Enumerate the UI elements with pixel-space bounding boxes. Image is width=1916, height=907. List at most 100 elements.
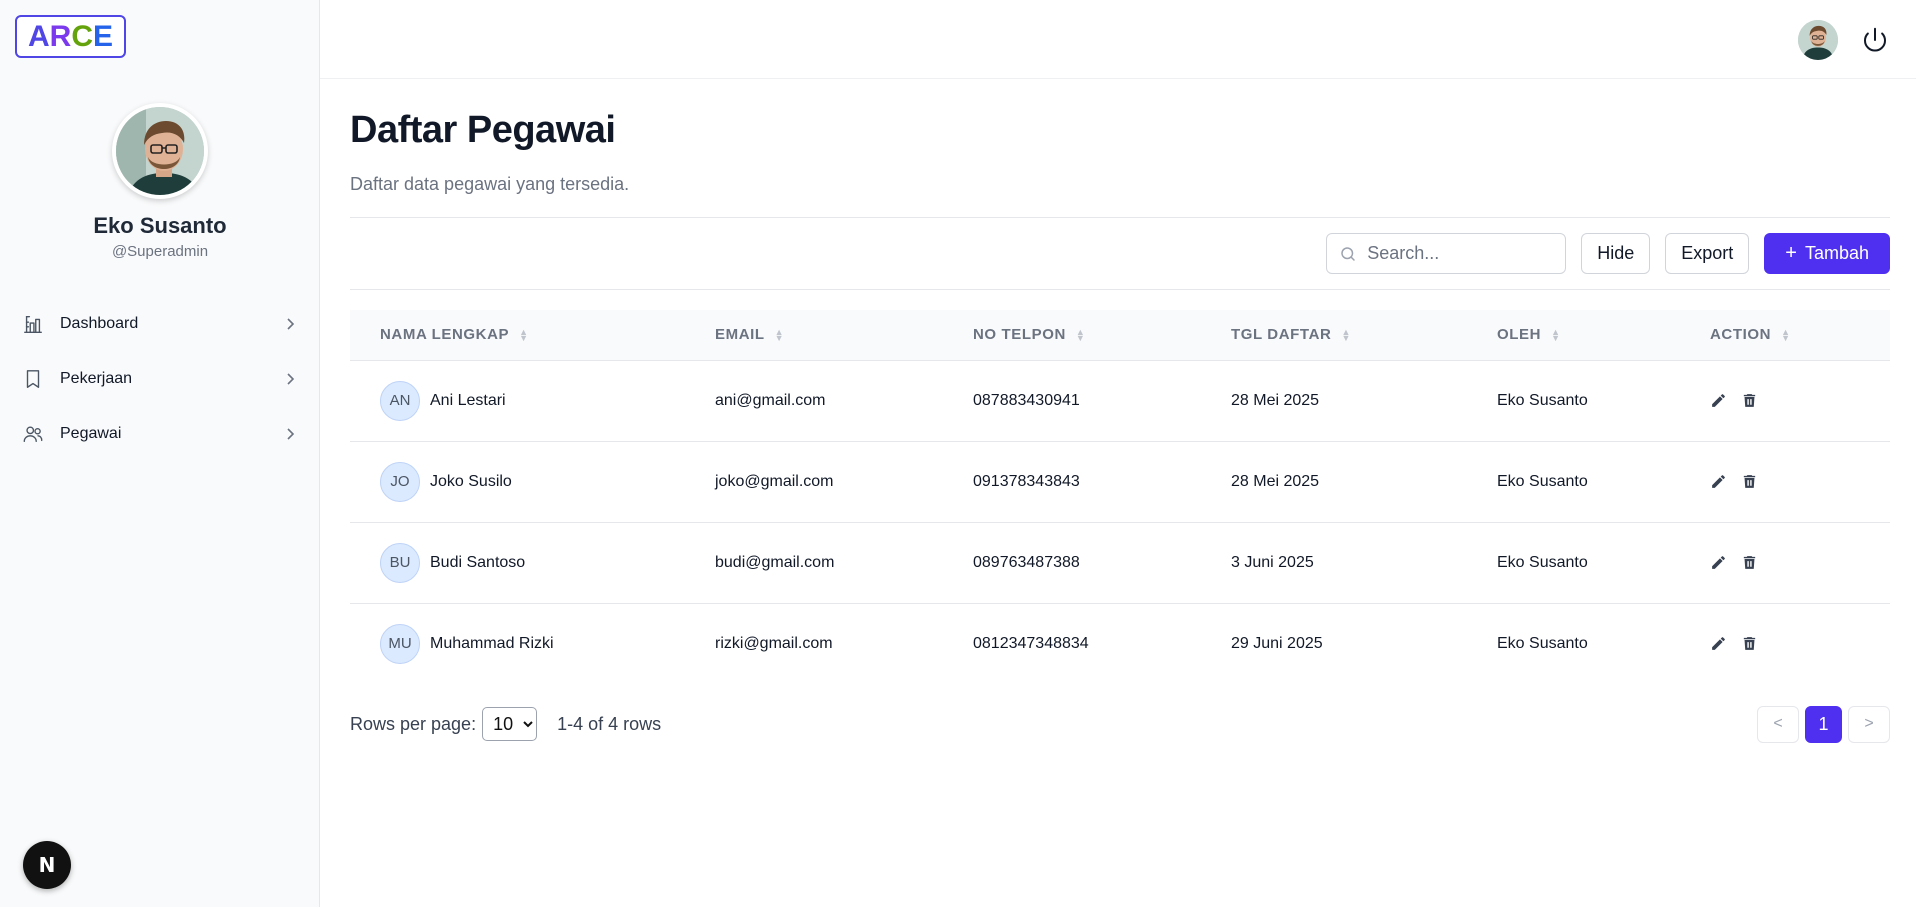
logo-letter-r: R xyxy=(49,19,72,53)
employee-created-by: Eko Susanto xyxy=(1467,441,1680,523)
table-row: MU Muhammad Rizki rizki@gmail.com 0812347… xyxy=(350,603,1890,684)
employee-created-by: Eko Susanto xyxy=(1467,522,1680,604)
sort-icon: ▲ ▼ xyxy=(1341,327,1351,344)
column-label: ACTION xyxy=(1710,326,1772,344)
employee-phone: 091378343843 xyxy=(943,441,1201,523)
chevron-right-icon xyxy=(287,427,295,440)
employee-date: 28 Mei 2025 xyxy=(1201,441,1467,523)
employee-name: Joko Susilo xyxy=(430,472,512,490)
employee-email: joko@gmail.com xyxy=(685,441,943,523)
rows-per-page-select[interactable]: 10 xyxy=(482,707,538,741)
avatar xyxy=(112,103,208,199)
badge-letter: N xyxy=(38,853,56,877)
edit-icon[interactable] xyxy=(1710,554,1727,571)
logo-letter-c: C xyxy=(71,19,94,53)
bookmark-icon xyxy=(22,368,44,390)
table-row: AN Ani Lestari ani@gmail.com 087883430941… xyxy=(350,360,1890,442)
users-icon xyxy=(22,423,44,445)
table-toolbar: Hide Export + Tambah xyxy=(350,218,1890,290)
logo-letter-e: E xyxy=(93,19,114,53)
sidebar-item-label: Pekerjaan xyxy=(60,369,133,387)
column-header-by[interactable]: OLEH ▲ ▼ xyxy=(1467,310,1680,361)
sort-icon: ▲ ▼ xyxy=(1075,327,1086,344)
column-header-phone[interactable]: NO TELPON ▲ ▼ xyxy=(943,310,1201,361)
next-page-button[interactable]: > xyxy=(1848,705,1890,743)
column-header-action[interactable]: ACTION ▲ ▼ xyxy=(1680,310,1890,361)
trash-icon[interactable] xyxy=(1741,635,1758,652)
initials-avatar: MU xyxy=(380,623,420,664)
sidebar-nav: Dashboard Pekerjaan Pegawai xyxy=(0,296,320,461)
logo-letter-a: A xyxy=(28,19,50,53)
chevron-right-icon xyxy=(287,317,295,330)
employee-created-by: Eko Susanto xyxy=(1497,634,1588,652)
employee-email: budi@gmail.com xyxy=(685,522,943,604)
chart-bar-icon xyxy=(22,313,44,335)
prev-page-button[interactable]: < xyxy=(1757,705,1799,743)
power-icon[interactable] xyxy=(1860,25,1890,55)
sidebar: A R C E Eko Susanto @Superadmin Dashboar… xyxy=(0,0,320,907)
hide-button[interactable]: Hide xyxy=(1581,233,1651,274)
sort-icon: ▲ ▼ xyxy=(519,327,529,344)
column-label: EMAIL xyxy=(715,326,765,344)
employee-phone: 0812347348834 xyxy=(973,634,1089,652)
employee-phone: 087883430941 xyxy=(943,360,1201,442)
page-title: Daftar Pegawai xyxy=(350,109,616,151)
employee-email: rizki@gmail.com xyxy=(715,634,833,652)
arce-logo[interactable]: A R C E xyxy=(15,15,127,58)
trash-icon[interactable] xyxy=(1741,473,1758,490)
employee-date: 3 Juni 2025 xyxy=(1201,522,1467,604)
search-input[interactable] xyxy=(1367,243,1548,264)
column-label: NO TELPON xyxy=(973,326,1066,344)
chevron-right-icon xyxy=(287,372,295,385)
search-box[interactable] xyxy=(1326,233,1567,274)
sidebar-item-dashboard[interactable]: Dashboard xyxy=(0,296,320,351)
rows-range: 1-4 of 4 rows xyxy=(557,713,662,734)
employee-date: 29 Juni 2025 xyxy=(1231,634,1323,652)
plus-icon: + xyxy=(1785,242,1797,264)
initials-avatar: JO xyxy=(380,461,420,502)
add-button-label: Tambah xyxy=(1804,243,1869,263)
add-button[interactable]: + Tambah xyxy=(1764,233,1890,274)
employee-name: Ani Lestari xyxy=(430,391,506,409)
page-content: Daftar Pegawai Daftar data pegawai yang … xyxy=(350,79,1890,744)
table-row: JO Joko Susilo joko@gmail.com 09137834384… xyxy=(350,441,1890,523)
pagination: < 1 > xyxy=(1757,705,1890,743)
sidebar-item-label: Dashboard xyxy=(60,314,139,332)
rows-per-page-label: Rows per page: xyxy=(350,713,477,734)
employee-email: ani@gmail.com xyxy=(685,360,943,442)
employee-created-by: Eko Susanto xyxy=(1467,360,1680,442)
trash-icon[interactable] xyxy=(1741,554,1758,571)
profile-handle: @Superadmin xyxy=(111,243,209,260)
sort-icon: ▲ ▼ xyxy=(774,327,785,344)
column-label: NAMA LENGKAP xyxy=(380,326,510,344)
edit-icon[interactable] xyxy=(1710,392,1727,409)
sidebar-item-label: Pegawai xyxy=(60,424,122,442)
employee-name: Budi Santoso xyxy=(430,553,526,571)
employee-phone: 089763487388 xyxy=(943,522,1201,604)
page-subtitle: Daftar data pegawai yang tersedia. xyxy=(350,174,630,194)
export-button[interactable]: Export xyxy=(1665,233,1750,274)
profile-card: Eko Susanto @Superadmin xyxy=(0,103,320,260)
topbar xyxy=(320,0,1916,79)
search-icon xyxy=(1341,246,1355,261)
column-label: TGL DAFTAR xyxy=(1231,326,1332,344)
page-button-current[interactable]: 1 xyxy=(1805,705,1842,743)
column-header-name[interactable]: NAMA LENGKAP ▲ ▼ xyxy=(350,310,685,361)
employee-table: NAMA LENGKAP ▲ ▼ EMAIL ▲ ▼ NO TELPON ▲ ▼ TGL D… xyxy=(350,310,1890,684)
next-dev-badge[interactable]: N xyxy=(23,841,71,889)
table-footer: Rows per page: 10 1-4 of 4 rows < 1 > xyxy=(350,704,1890,744)
column-label: OLEH xyxy=(1497,326,1542,344)
employee-name: Muhammad Rizki xyxy=(430,634,554,652)
edit-icon[interactable] xyxy=(1710,473,1727,490)
employee-date: 28 Mei 2025 xyxy=(1201,360,1467,442)
trash-icon[interactable] xyxy=(1741,392,1758,409)
sort-icon: ▲ ▼ xyxy=(1781,327,1791,344)
profile-name: Eko Susanto xyxy=(93,213,227,238)
sort-icon: ▲ ▼ xyxy=(1551,327,1561,344)
column-header-date[interactable]: TGL DAFTAR ▲ ▼ xyxy=(1201,310,1467,361)
sidebar-item-pegawai[interactable]: Pegawai xyxy=(0,406,320,461)
column-header-email[interactable]: EMAIL ▲ ▼ xyxy=(685,310,943,361)
edit-icon[interactable] xyxy=(1710,635,1727,652)
sidebar-item-pekerjaan[interactable]: Pekerjaan xyxy=(0,351,320,406)
user-avatar-button[interactable] xyxy=(1798,20,1838,60)
